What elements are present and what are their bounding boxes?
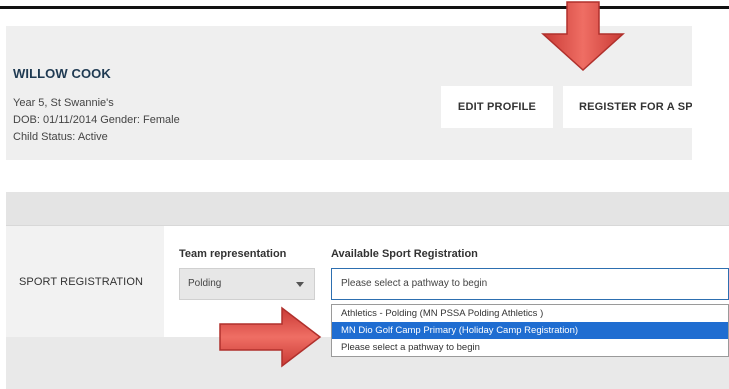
section-header-band: [6, 192, 729, 225]
edit-profile-button[interactable]: EDIT PROFILE: [441, 86, 553, 128]
registration-option-selected[interactable]: MN Dio Golf Camp Primary (Holiday Camp R…: [332, 322, 728, 339]
team-representation-label: Team representation: [179, 248, 287, 260]
child-dob-gender: DOB: 01/11/2014 Gender: Female: [13, 114, 180, 126]
sport-registration-label: SPORT REGISTRATION: [19, 276, 144, 288]
available-registration-select[interactable]: Please select a pathway to begin: [331, 268, 729, 300]
chevron-down-icon: [296, 282, 304, 287]
registration-option[interactable]: Athletics - Polding (MN PSSA Polding Ath…: [332, 305, 728, 322]
red-right-arrow-icon: [219, 306, 322, 368]
available-registration-value: Please select a pathway to begin: [341, 278, 488, 289]
child-status: Child Status: Active: [13, 131, 108, 143]
red-down-arrow-icon: [541, 1, 625, 72]
registration-option[interactable]: Please select a pathway to begin: [332, 339, 728, 356]
registration-options-list: Athletics - Polding (MN PSSA Polding Ath…: [331, 304, 729, 357]
registration-label-cell: SPORT REGISTRATION: [6, 225, 164, 337]
register-for-sport-button[interactable]: REGISTER FOR A SPOR: [563, 86, 692, 128]
available-registration-label: Available Sport Registration: [331, 248, 478, 260]
team-representation-value: Polding: [188, 278, 222, 289]
child-year-school: Year 5, St Swannie's: [13, 97, 114, 109]
child-name: WILLOW COOK: [13, 66, 111, 81]
team-representation-select[interactable]: Polding: [179, 268, 315, 300]
